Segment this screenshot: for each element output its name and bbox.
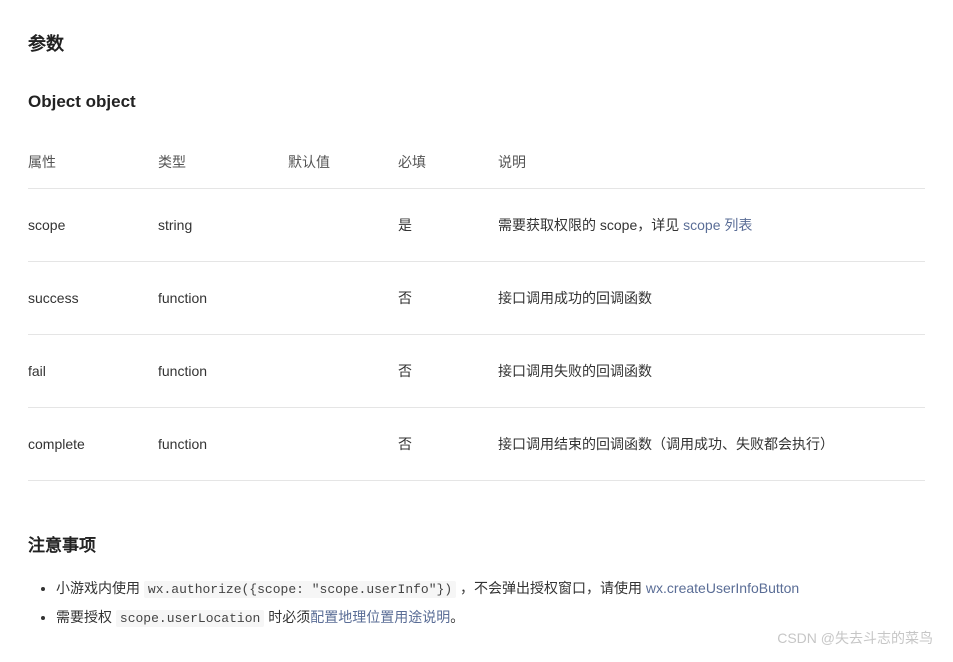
note-text: 小游戏内使用 [56,580,144,596]
note-text: ，不会弹出授权窗口，请使用 [456,580,646,596]
header-attr: 属性 [28,138,158,189]
cell-type: function [158,262,288,335]
list-item: 需要授权 scope.userLocation 时必须配置地理位置用途说明。 [56,603,925,632]
cell-desc: 接口调用失败的回调函数 [498,335,925,408]
table-row: success function 否 接口调用成功的回调函数 [28,262,925,335]
cell-type: function [158,408,288,481]
cell-required: 否 [398,262,498,335]
header-default: 默认值 [288,138,398,189]
cell-desc: 接口调用成功的回调函数 [498,262,925,335]
note-code: scope.userLocation [116,610,264,627]
params-table: 属性 类型 默认值 必填 说明 scope string 是 需要获取权限的 s… [28,138,925,481]
cell-default [288,189,398,262]
cell-attr: fail [28,335,158,408]
note-text: 。 [450,609,464,625]
header-required: 必填 [398,138,498,189]
header-desc: 说明 [498,138,925,189]
note-code: wx.authorize({scope: "scope.userInfo"}) [144,581,456,598]
list-item: 小游戏内使用 wx.authorize({scope: "scope.userI… [56,574,925,603]
cell-default [288,408,398,481]
cell-required: 否 [398,408,498,481]
cell-required: 是 [398,189,498,262]
cell-type: string [158,189,288,262]
cell-default [288,335,398,408]
table-row: scope string 是 需要获取权限的 scope，详见 scope 列表 [28,189,925,262]
cell-desc: 接口调用结束的回调函数（调用成功、失败都会执行） [498,408,925,481]
table-row: fail function 否 接口调用失败的回调函数 [28,335,925,408]
cell-default [288,262,398,335]
desc-text: 需要获取权限的 scope，详见 [498,217,683,233]
table-row: complete function 否 接口调用结束的回调函数（调用成功、失败都… [28,408,925,481]
params-heading: 参数 [28,30,925,56]
create-user-info-button-link[interactable]: wx.createUserInfoButton [646,580,799,596]
cell-attr: complete [28,408,158,481]
object-heading: Object object [28,92,925,112]
notes-list: 小游戏内使用 wx.authorize({scope: "scope.userI… [28,574,925,632]
header-type: 类型 [158,138,288,189]
notes-heading: 注意事项 [28,531,925,556]
table-header-row: 属性 类型 默认值 必填 说明 [28,138,925,189]
cell-attr: scope [28,189,158,262]
cell-desc: 需要获取权限的 scope，详见 scope 列表 [498,189,925,262]
cell-type: function [158,335,288,408]
cell-required: 否 [398,335,498,408]
note-text: 时必须 [264,609,310,625]
note-text: 需要授权 [56,609,116,625]
geo-config-link[interactable]: 配置地理位置用途说明 [310,609,450,625]
cell-attr: success [28,262,158,335]
scope-list-link[interactable]: scope 列表 [683,217,752,233]
